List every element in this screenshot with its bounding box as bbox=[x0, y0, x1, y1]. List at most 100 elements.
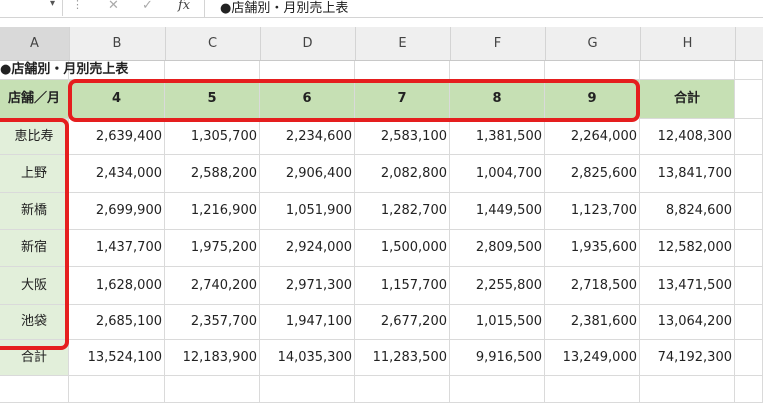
sales-cell[interactable]: 1,947,100 bbox=[260, 305, 355, 340]
column-total-cell[interactable]: 12,183,900 bbox=[165, 340, 260, 376]
column-header-a[interactable]: A bbox=[0, 27, 70, 60]
column-total-cell[interactable]: 13,249,000 bbox=[545, 340, 640, 376]
sales-cell[interactable]: 1,305,700 bbox=[165, 119, 260, 155]
empty-cell[interactable] bbox=[450, 376, 545, 403]
row-total-cell[interactable]: 8,824,600 bbox=[640, 193, 735, 230]
sales-cell[interactable]: 1,216,900 bbox=[165, 193, 260, 230]
empty-cell[interactable] bbox=[640, 376, 735, 403]
empty-cell[interactable] bbox=[69, 61, 165, 80]
empty-cell[interactable] bbox=[450, 61, 545, 80]
sales-cell[interactable]: 2,583,100 bbox=[355, 119, 450, 155]
sales-cell[interactable]: 2,434,000 bbox=[69, 155, 165, 193]
empty-cell[interactable] bbox=[260, 61, 355, 80]
column-header-c[interactable]: C bbox=[165, 27, 261, 60]
empty-cell[interactable] bbox=[640, 61, 735, 80]
empty-cell[interactable] bbox=[735, 193, 763, 230]
formula-input[interactable]: ●店舗別・月別売上表 bbox=[220, 0, 348, 16]
column-header-i[interactable] bbox=[735, 27, 763, 60]
insert-function-button[interactable]: fx bbox=[178, 0, 190, 13]
sales-cell[interactable]: 1,975,200 bbox=[165, 230, 260, 267]
column-total-cell[interactable]: 11,283,500 bbox=[355, 340, 450, 376]
store-label[interactable]: 大阪 bbox=[0, 267, 69, 305]
column-header-g[interactable]: G bbox=[545, 27, 641, 60]
column-header-f[interactable]: F bbox=[450, 27, 546, 60]
sales-cell[interactable]: 1,051,900 bbox=[260, 193, 355, 230]
empty-cell[interactable] bbox=[735, 155, 763, 193]
row-total-cell[interactable]: 13,064,200 bbox=[640, 305, 735, 340]
store-label[interactable]: 新宿 bbox=[0, 230, 69, 267]
empty-cell[interactable] bbox=[735, 80, 763, 119]
sales-cell[interactable]: 1,437,700 bbox=[69, 230, 165, 267]
sales-cell[interactable]: 2,699,900 bbox=[69, 193, 165, 230]
row-total-cell[interactable]: 13,471,500 bbox=[640, 267, 735, 305]
store-month-header[interactable]: 店舗／月 bbox=[0, 80, 69, 119]
sales-cell[interactable]: 2,685,100 bbox=[69, 305, 165, 340]
sales-cell[interactable]: 2,357,700 bbox=[165, 305, 260, 340]
sales-cell[interactable]: 1,500,000 bbox=[355, 230, 450, 267]
empty-cell[interactable] bbox=[69, 376, 165, 403]
name-box[interactable]: ▾ bbox=[0, 0, 63, 16]
sheet-title-cell[interactable]: ●店舗別・月別売上表 bbox=[0, 61, 128, 80]
row-total-cell[interactable]: 12,582,000 bbox=[640, 230, 735, 267]
grand-total-cell[interactable]: 74,192,300 bbox=[640, 340, 735, 376]
check-icon[interactable]: ✓ bbox=[142, 0, 153, 13]
sales-cell[interactable]: 2,588,200 bbox=[165, 155, 260, 193]
month-header-5[interactable]: 5 bbox=[165, 80, 260, 119]
store-label[interactable]: 池袋 bbox=[0, 305, 69, 340]
month-header-8[interactable]: 8 bbox=[450, 80, 545, 119]
sales-cell[interactable]: 1,157,700 bbox=[355, 267, 450, 305]
empty-cell[interactable] bbox=[260, 376, 355, 403]
sales-cell[interactable]: 2,809,500 bbox=[450, 230, 545, 267]
column-header-h[interactable]: H bbox=[640, 27, 736, 60]
sales-cell[interactable]: 1,628,000 bbox=[69, 267, 165, 305]
column-header-b[interactable]: B bbox=[69, 27, 166, 60]
empty-cell[interactable] bbox=[735, 61, 763, 80]
totals-row-label[interactable]: 合計 bbox=[0, 340, 69, 376]
sales-cell[interactable]: 2,740,200 bbox=[165, 267, 260, 305]
sales-cell[interactable]: 2,906,400 bbox=[260, 155, 355, 193]
row-total-cell[interactable]: 12,408,300 bbox=[640, 119, 735, 155]
sales-cell[interactable]: 2,381,600 bbox=[545, 305, 640, 340]
empty-cell[interactable] bbox=[735, 230, 763, 267]
store-label[interactable]: 恵比寿 bbox=[0, 119, 69, 155]
month-header-9[interactable]: 9 bbox=[545, 80, 640, 119]
empty-cell[interactable] bbox=[165, 61, 260, 80]
sales-cell[interactable]: 2,718,500 bbox=[545, 267, 640, 305]
empty-cell[interactable] bbox=[0, 376, 69, 403]
sales-cell[interactable]: 2,082,800 bbox=[355, 155, 450, 193]
sales-cell[interactable]: 2,255,800 bbox=[450, 267, 545, 305]
empty-cell[interactable] bbox=[735, 340, 763, 376]
sales-cell[interactable]: 2,825,600 bbox=[545, 155, 640, 193]
empty-cell[interactable] bbox=[545, 376, 640, 403]
month-header-6[interactable]: 6 bbox=[260, 80, 355, 119]
sales-cell[interactable]: 2,924,000 bbox=[260, 230, 355, 267]
chevron-down-icon[interactable]: ▾ bbox=[50, 0, 55, 9]
empty-cell[interactable] bbox=[735, 376, 763, 403]
sales-cell[interactable]: 1,015,500 bbox=[450, 305, 545, 340]
month-header-7[interactable]: 7 bbox=[355, 80, 450, 119]
month-header-4[interactable]: 4 bbox=[69, 80, 165, 119]
sales-cell[interactable]: 2,971,300 bbox=[260, 267, 355, 305]
empty-cell[interactable] bbox=[735, 267, 763, 305]
column-header-d[interactable]: D bbox=[260, 27, 356, 60]
sales-cell[interactable]: 1,381,500 bbox=[450, 119, 545, 155]
sales-cell[interactable]: 1,123,700 bbox=[545, 193, 640, 230]
store-label[interactable]: 上野 bbox=[0, 155, 69, 193]
close-icon[interactable]: ✕ bbox=[108, 0, 119, 13]
sales-cell[interactable]: 2,264,000 bbox=[545, 119, 640, 155]
more-options-icon[interactable]: ⋮ bbox=[72, 0, 83, 11]
row-total-cell[interactable]: 13,841,700 bbox=[640, 155, 735, 193]
column-total-cell[interactable]: 9,916,500 bbox=[450, 340, 545, 376]
column-total-cell[interactable]: 14,035,300 bbox=[260, 340, 355, 376]
sales-cell[interactable]: 1,282,700 bbox=[355, 193, 450, 230]
sales-cell[interactable]: 2,639,400 bbox=[69, 119, 165, 155]
empty-cell[interactable] bbox=[735, 305, 763, 340]
sales-cell[interactable]: 1,935,600 bbox=[545, 230, 640, 267]
sales-cell[interactable]: 2,234,600 bbox=[260, 119, 355, 155]
empty-cell[interactable] bbox=[735, 119, 763, 155]
sales-cell[interactable]: 2,677,200 bbox=[355, 305, 450, 340]
column-header-e[interactable]: E bbox=[355, 27, 451, 60]
store-label[interactable]: 新橋 bbox=[0, 193, 69, 230]
empty-cell[interactable] bbox=[165, 376, 260, 403]
total-header[interactable]: 合計 bbox=[640, 80, 735, 119]
